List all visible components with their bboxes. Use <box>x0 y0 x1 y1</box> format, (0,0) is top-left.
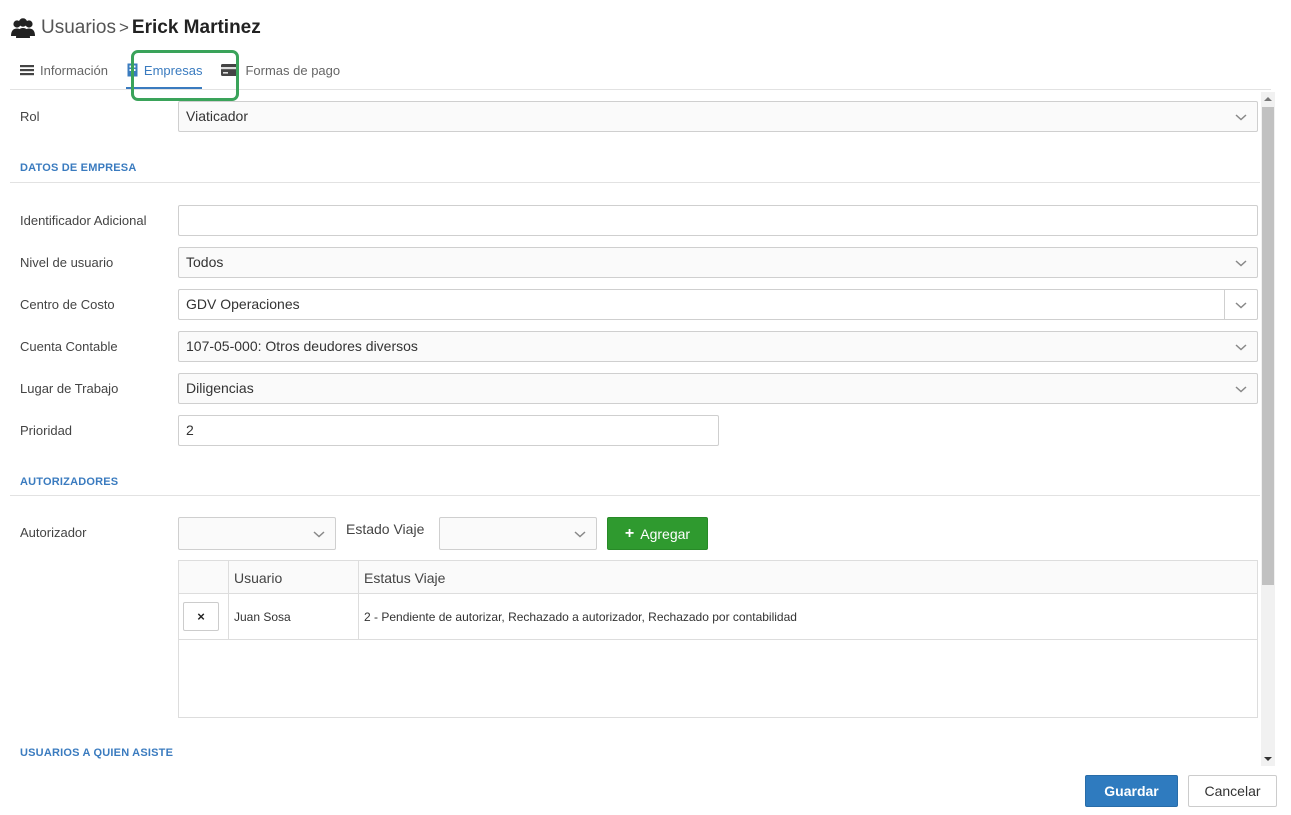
prioridad-value: 2 <box>186 422 194 438</box>
table-header: Usuario Estatus Viaje <box>179 561 1257 594</box>
centro-costo-select[interactable]: GDV Operaciones <box>178 288 1258 320</box>
form-area: Rol Viaticador DATOS DE EMPRESA Identifi… <box>10 91 1260 765</box>
tab-informacion[interactable]: Información <box>10 52 117 88</box>
tab-label: Formas de pago <box>245 62 341 78</box>
rol-row: Rol Viaticador <box>10 100 1260 132</box>
autorizador-select[interactable] <box>178 517 336 550</box>
autorizador-label: Autorizador <box>20 525 87 540</box>
chevron-down-icon <box>1235 343 1247 351</box>
save-button[interactable]: Guardar <box>1085 775 1178 807</box>
plus-icon: + <box>624 524 635 542</box>
centro-costo-value: GDV Operaciones <box>186 296 300 312</box>
rol-label: Rol <box>20 108 40 124</box>
column-header-estatus[interactable]: Estatus Viaje <box>358 561 1258 594</box>
centro-costo-row: Centro de Costo GDV Operaciones <box>10 288 1260 320</box>
estado-viaje-select[interactable] <box>439 517 597 550</box>
credit-card-icon <box>221 64 240 76</box>
tab-bar: Información Empresas Formas de pago <box>10 52 1271 90</box>
nivel-usuario-select[interactable]: Todos <box>178 246 1258 278</box>
tab-label: Empresas <box>143 62 203 78</box>
autorizadores-table: Usuario Estatus Viaje × Juan Sosa 2 - Pe… <box>178 560 1258 718</box>
cuenta-contable-select[interactable]: 107-05-000: Otros deudores diversos <box>178 330 1258 362</box>
nivel-usuario-label: Nivel de usuario <box>20 254 114 270</box>
lugar-trabajo-value: Diligencias <box>186 380 254 396</box>
identificador-row: Identificador Adicional <box>10 204 1260 236</box>
cell-estatus: 2 - Pendiente de autorizar, Rechazado a … <box>364 609 797 624</box>
cuenta-contable-label: Cuenta Contable <box>20 338 118 354</box>
chevron-down-icon <box>313 531 325 538</box>
add-autorizador-button[interactable]: + Agregar <box>607 517 708 550</box>
tab-label: Información <box>40 62 108 78</box>
scrollbar-thumb[interactable] <box>1262 107 1274 585</box>
cell-usuario: Juan Sosa <box>234 609 291 624</box>
vertical-scrollbar[interactable] <box>1261 92 1275 766</box>
nivel-usuario-value: Todos <box>186 254 224 270</box>
page-header: Usuarios > Erick Martinez <box>10 14 261 42</box>
table-row: × Juan Sosa 2 - Pendiente de autorizar, … <box>179 594 1257 640</box>
section-title-datos-empresa: DATOS DE EMPRESA <box>20 162 137 174</box>
rol-value: Viaticador <box>186 108 249 124</box>
add-button-label: Agregar <box>640 525 691 542</box>
delete-row-button[interactable]: × <box>183 602 219 631</box>
identificador-label: Identificador Adicional <box>20 212 147 228</box>
prioridad-row: Prioridad 2 <box>10 414 1260 446</box>
select-divider <box>1224 289 1225 319</box>
tab-empresas[interactable]: Empresas <box>117 52 212 89</box>
building-icon <box>127 63 138 77</box>
section-divider <box>10 495 1260 496</box>
prioridad-input[interactable]: 2 <box>178 414 719 446</box>
scroll-up-icon[interactable] <box>1261 92 1275 106</box>
section-divider <box>10 182 1260 183</box>
rol-select[interactable]: Viaticador <box>178 100 1258 132</box>
chevron-down-icon <box>1235 113 1247 121</box>
list-icon <box>20 64 34 76</box>
lugar-trabajo-select[interactable]: Diligencias <box>178 372 1258 404</box>
chevron-down-icon <box>1235 385 1247 393</box>
chevron-down-icon <box>574 531 586 538</box>
page-title: Erick Martinez <box>131 17 261 38</box>
column-header-actions <box>179 561 228 594</box>
estado-viaje-label: Estado Viaje <box>346 521 425 537</box>
lugar-trabajo-row: Lugar de Trabajo Diligencias <box>10 372 1260 404</box>
breadcrumb-separator: > <box>118 18 129 37</box>
users-icon <box>11 18 35 38</box>
identificador-input[interactable] <box>178 204 1258 236</box>
tab-formas-de-pago[interactable]: Formas de pago <box>211 52 349 88</box>
cuenta-contable-value: 107-05-000: Otros deudores diversos <box>186 338 418 354</box>
chevron-down-icon[interactable] <box>1235 299 1247 311</box>
lugar-trabajo-label: Lugar de Trabajo <box>20 380 119 396</box>
cuenta-contable-row: Cuenta Contable 107-05-000: Otros deudor… <box>10 330 1260 362</box>
scroll-down-icon[interactable] <box>1261 752 1275 766</box>
centro-costo-label: Centro de Costo <box>20 296 115 312</box>
nivel-usuario-row: Nivel de usuario Todos <box>10 246 1260 278</box>
section-title-autorizadores: AUTORIZADORES <box>20 476 119 488</box>
prioridad-label: Prioridad <box>20 422 73 438</box>
cancel-button[interactable]: Cancelar <box>1188 775 1277 807</box>
close-icon: × <box>197 609 205 624</box>
breadcrumb-section[interactable]: Usuarios <box>41 17 116 39</box>
section-title-usuarios-asiste: USUARIOS A QUIEN ASISTE <box>20 747 174 759</box>
column-header-usuario[interactable]: Usuario <box>228 561 358 594</box>
chevron-down-icon <box>1235 259 1247 267</box>
